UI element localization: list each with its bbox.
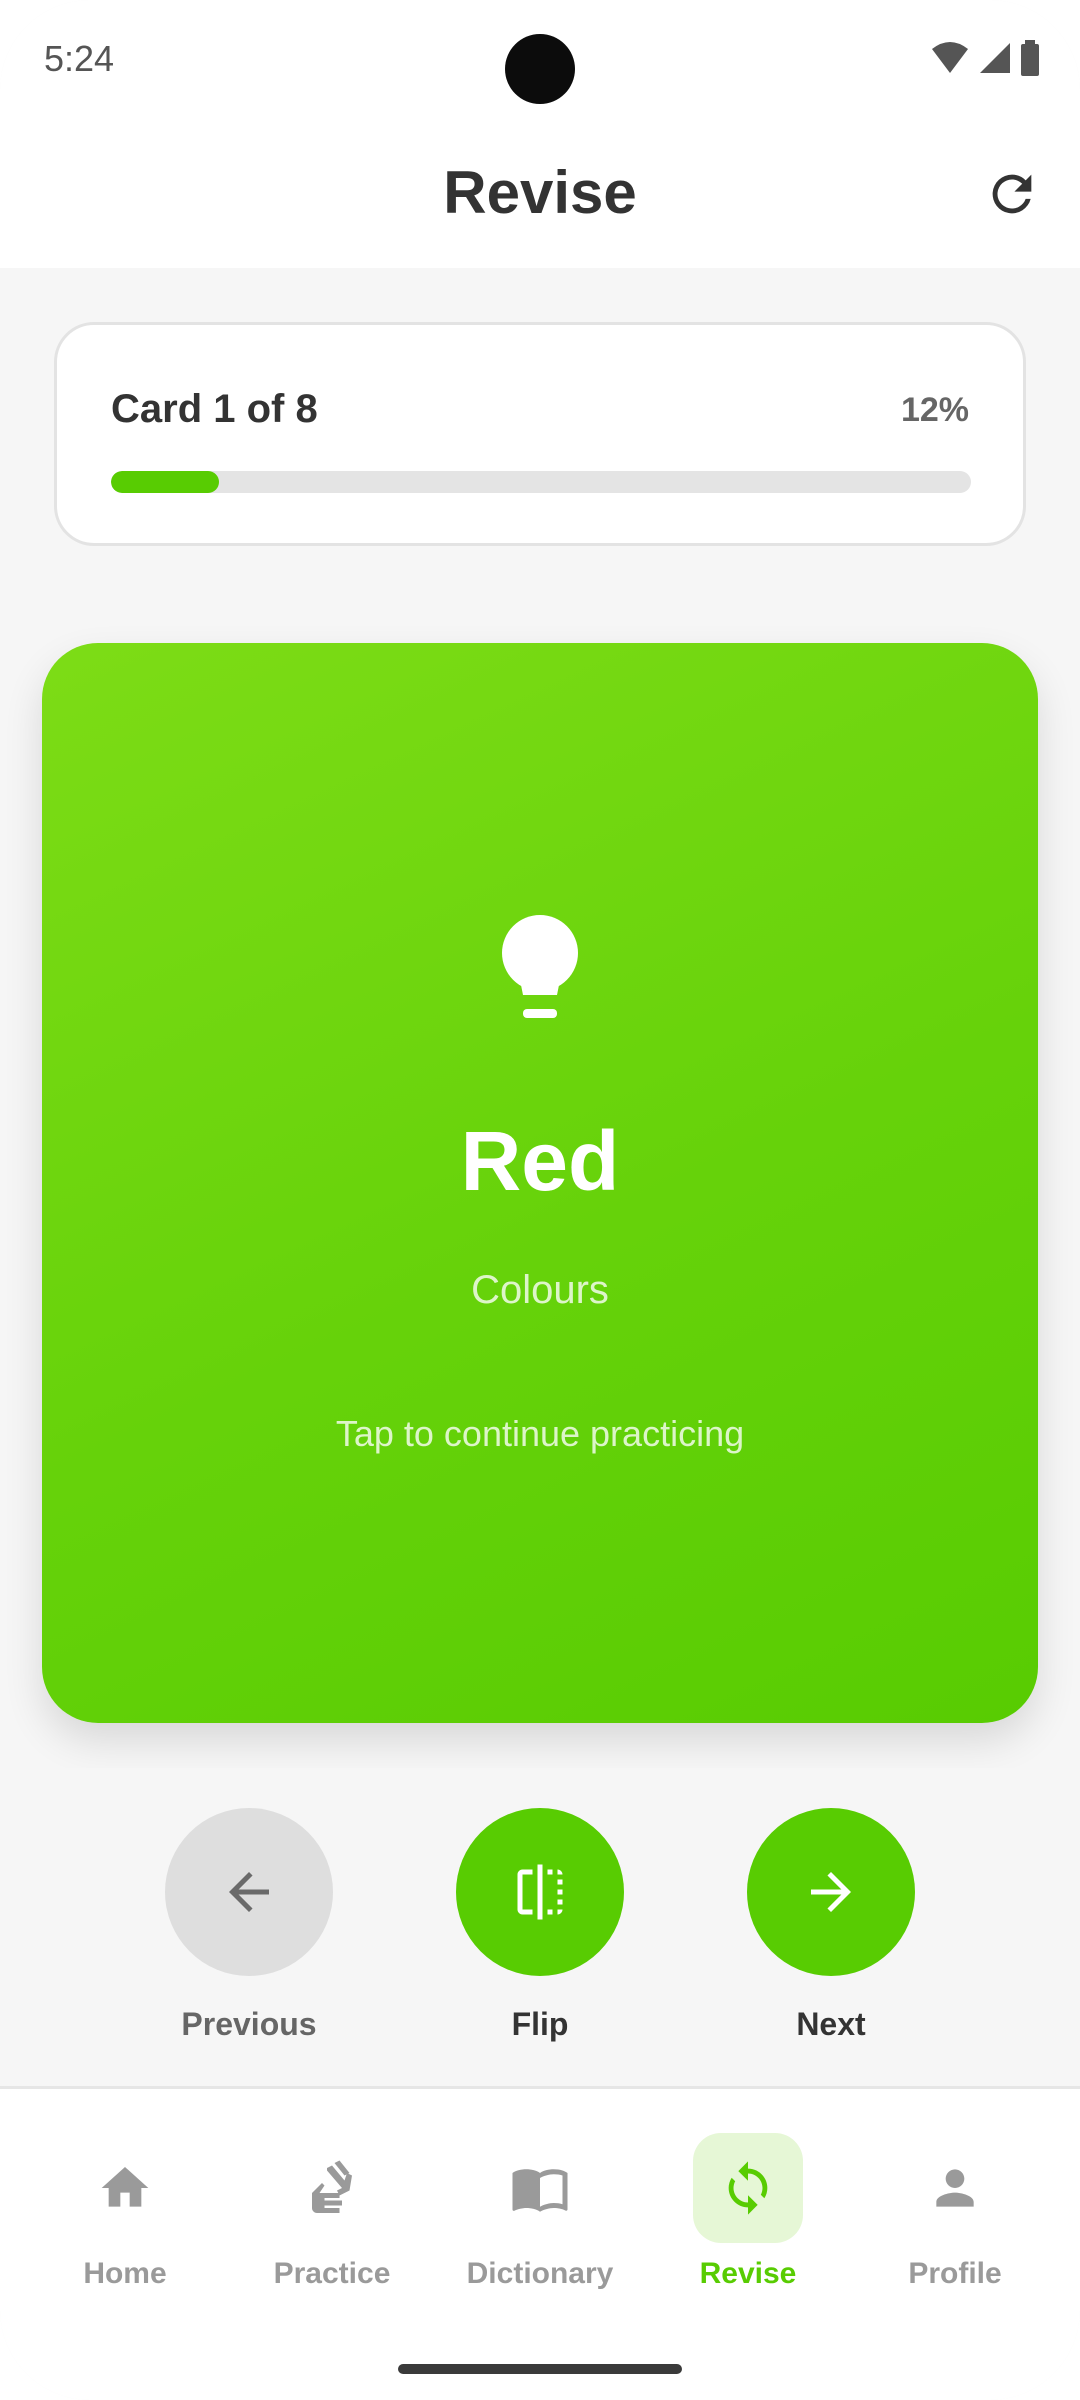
wifi-icon — [932, 42, 968, 73]
sync-icon — [728, 2161, 768, 2215]
status-icons — [930, 40, 1040, 76]
progress-percent: 12% — [900, 391, 969, 429]
progress-label: Card 1 of 8 — [111, 387, 318, 431]
arrow-right-icon — [811, 1872, 851, 1912]
person-icon — [936, 2169, 974, 2207]
nav-item-profile[interactable]: Profile — [855, 2133, 1055, 2291]
battery-icon — [1021, 40, 1039, 76]
progress-bar — [111, 471, 971, 493]
lightbulb-icon — [502, 915, 578, 1018]
page-title: Revise — [443, 159, 637, 226]
status-time: 5:24 — [44, 38, 115, 79]
nav-label-revise: Revise — [699, 2257, 797, 2290]
card-word: Red — [460, 1114, 620, 1208]
nav-icon-wrap-home — [70, 2133, 180, 2243]
bottom-nav: Home Practice Dictionary Revise Profile — [0, 2086, 1080, 2400]
app-screen: 5:24 Revise Card 1 of 8 12% Red Colours … — [0, 0, 1080, 2400]
sign-hand-icon — [312, 2160, 352, 2213]
app-header: Revise — [0, 120, 1080, 268]
nav-item-practice[interactable]: Practice — [232, 2133, 432, 2291]
status-bar: 5:24 — [0, 0, 1080, 120]
flip-icon — [517, 1864, 563, 1920]
home-indicator[interactable] — [398, 2364, 682, 2374]
previous-control: Previous — [139, 1808, 359, 2043]
card-category: Colours — [471, 1268, 609, 1312]
flip-label: Flip — [511, 2006, 569, 2042]
progress-card: Card 1 of 8 12% — [54, 322, 1026, 546]
cellular-icon — [980, 43, 1010, 73]
nav-item-revise[interactable]: Revise — [648, 2133, 848, 2291]
nav-label-practice: Practice — [273, 2257, 391, 2290]
nav-item-dictionary[interactable]: Dictionary — [440, 2133, 640, 2291]
nav-icon-wrap-practice — [277, 2133, 387, 2243]
next-control: Next — [721, 1808, 941, 2043]
nav-label-home: Home — [83, 2257, 167, 2290]
card-controls: Previous Flip Next — [0, 1768, 1080, 2088]
refresh-button[interactable] — [980, 162, 1044, 226]
next-label: Next — [796, 2006, 866, 2042]
flip-button[interactable] — [456, 1808, 624, 1976]
card-hint: Tap to continue practicing — [335, 1413, 745, 1454]
previous-button[interactable] — [165, 1808, 333, 1976]
arrow-left-icon — [229, 1872, 269, 1912]
camera-cutout — [505, 34, 575, 104]
nav-label-dictionary: Dictionary — [466, 2257, 614, 2290]
previous-label: Previous — [181, 2006, 317, 2042]
progress-bar-fill — [111, 471, 219, 493]
book-icon — [512, 2169, 568, 2212]
home-icon — [101, 2167, 149, 2207]
next-button[interactable] — [747, 1808, 915, 1976]
nav-icon-wrap-dictionary — [485, 2133, 595, 2243]
flashcard[interactable]: Red Colours Tap to continue practicing — [42, 643, 1038, 1723]
nav-item-home[interactable]: Home — [25, 2133, 225, 2291]
nav-label-profile: Profile — [908, 2257, 1002, 2290]
refresh-icon — [992, 174, 1032, 214]
flip-control: Flip — [430, 1808, 650, 2043]
nav-icon-wrap-revise — [693, 2133, 803, 2243]
nav-icon-wrap-profile — [900, 2133, 1010, 2243]
